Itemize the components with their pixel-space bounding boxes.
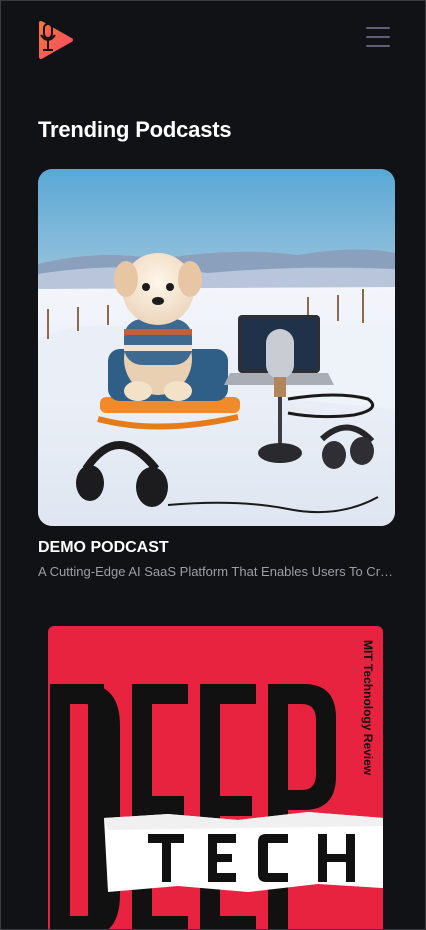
menu-line bbox=[366, 36, 390, 38]
menu-line bbox=[366, 45, 390, 47]
podcast-card[interactable]: DEMO PODCAST A Cutting-Edge AI SaaS Plat… bbox=[38, 169, 396, 579]
menu-line bbox=[366, 27, 390, 29]
top-bar bbox=[1, 1, 425, 81]
puppy-snow-podcast-cover-image[interactable] bbox=[38, 169, 395, 526]
podcast-title[interactable]: DEMO PODCAST bbox=[38, 539, 169, 557]
app-frame: Trending Podcasts DEMO PODCAST A Cutting… bbox=[0, 0, 426, 930]
cover-brand-text: MIT Technology Review bbox=[361, 640, 375, 776]
section-title: Trending Podcasts bbox=[38, 117, 232, 142]
deep-tech-cover-image[interactable]: MIT Technology Review bbox=[48, 626, 383, 930]
hamburger-menu-button[interactable] bbox=[363, 23, 393, 51]
podcast-description: A Cutting-Edge AI SaaS Platform That Ena… bbox=[38, 564, 396, 579]
podcast-card[interactable]: MIT Technology Review bbox=[48, 626, 384, 930]
podcast-logo-icon[interactable] bbox=[37, 19, 75, 61]
